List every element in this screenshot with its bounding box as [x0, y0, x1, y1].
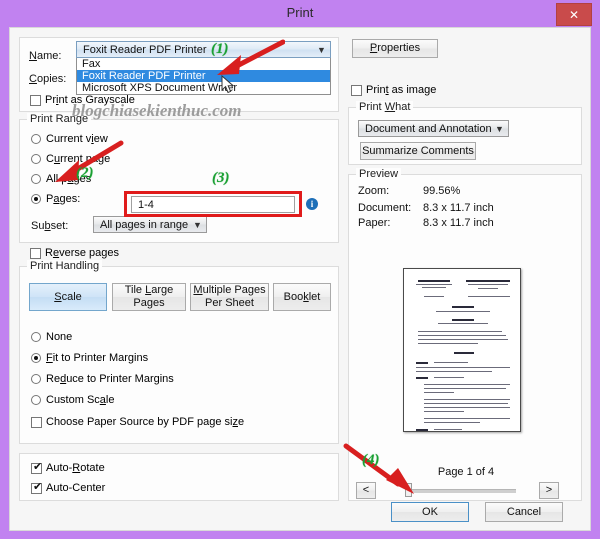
- print-what-group: Print What Document and Annotations ▼ Su…: [348, 101, 582, 165]
- annotation-arrow-1: [217, 39, 285, 75]
- checkbox-box: [31, 462, 42, 474]
- orientation-group: Auto-Rotate Auto-Center: [19, 453, 339, 501]
- checkbox-box: [30, 248, 41, 259]
- preview-document-label: Document:: [358, 202, 412, 214]
- preview-page-thumbnail: [403, 268, 521, 432]
- radio-box: [31, 332, 41, 342]
- summarize-comments-button[interactable]: Summarize Comments: [360, 142, 476, 160]
- handling-button-scale[interactable]: Scale: [29, 283, 107, 311]
- annotation-marker-4: (4): [362, 452, 380, 468]
- print-what-legend: Print What: [356, 101, 414, 113]
- annotation-marker-2: (2): [76, 165, 94, 181]
- cancel-button[interactable]: Cancel: [485, 502, 563, 522]
- preview-document-value: 8.3 x 11.7 inch: [423, 202, 494, 214]
- checkbox-box: [351, 85, 362, 96]
- radio-box: [31, 395, 41, 405]
- preview-zoom-value: 99.56%: [423, 185, 461, 197]
- radio-reduce-to-printer-margins[interactable]: Reduce to Printer Margins: [31, 373, 211, 386]
- radio-scale-none[interactable]: None: [31, 331, 201, 344]
- handling-button-booklet[interactable]: Booklet: [273, 283, 331, 311]
- checkbox-box: [31, 482, 42, 494]
- preview-zoom-label: Zoom:: [358, 185, 390, 197]
- chevron-down-icon: ▼: [495, 123, 504, 134]
- subset-label: Subset:: [31, 220, 69, 232]
- radio-box: [31, 194, 41, 204]
- preview-page-content: [410, 274, 514, 431]
- printer-name-label: Name:: [29, 50, 62, 62]
- window-title: Print: [286, 5, 314, 20]
- titlebar: Print ✕: [0, 0, 600, 27]
- print-dialog-window: Print ✕ Name: Copies: Print as Grayscale…: [0, 0, 600, 539]
- subset-value: All pages in range: [100, 218, 189, 231]
- radio-box: [31, 353, 41, 363]
- print-handling-legend: Print Handling: [27, 260, 103, 272]
- printer-copies-label: Copies:: [29, 73, 67, 85]
- ok-button[interactable]: OK: [391, 502, 469, 522]
- checkbox-box: [30, 95, 41, 106]
- annotation-arrow-4: [343, 443, 414, 494]
- chevron-down-icon: ▼: [317, 44, 326, 55]
- pages-input[interactable]: 1-4: [131, 196, 295, 213]
- print-what-combobox[interactable]: Document and Annotations ▼: [358, 120, 509, 137]
- annotation-marker-1: (1): [211, 41, 229, 57]
- properties-button[interactable]: Properties: [352, 39, 438, 58]
- chevron-down-icon: ▼: [193, 219, 202, 230]
- print-what-value: Document and Annotations: [365, 122, 491, 135]
- preview-paper-label: Paper:: [358, 217, 391, 229]
- info-icon[interactable]: i: [306, 198, 318, 210]
- choose-paper-source-checkbox[interactable]: Choose Paper Source by PDF page size: [31, 416, 261, 429]
- preview-next-button[interactable]: >: [539, 482, 559, 499]
- close-icon[interactable]: ✕: [556, 3, 592, 26]
- radio-box: [31, 374, 41, 384]
- auto-center-checkbox[interactable]: Auto-Center: [31, 482, 151, 495]
- radio-fit-to-printer-margins[interactable]: Fit to Printer Margins: [31, 352, 201, 365]
- annotation-marker-3: (3): [212, 170, 230, 186]
- print-as-image-checkbox[interactable]: Print as image: [351, 84, 471, 97]
- printer-option-xps[interactable]: Microsoft XPS Document Writer: [77, 82, 330, 94]
- radio-custom-scale[interactable]: Custom Scale: [31, 394, 201, 407]
- print-handling-group: Print Handling Scale Tile Large Pages Mul…: [19, 260, 339, 444]
- checkbox-box: [31, 417, 42, 428]
- auto-rotate-checkbox[interactable]: Auto-Rotate: [31, 462, 151, 475]
- preview-legend: Preview: [356, 168, 402, 180]
- reverse-pages-checkbox[interactable]: Reverse pages: [30, 247, 150, 260]
- preview-paper-value: 8.3 x 11.7 inch: [423, 217, 494, 229]
- handling-button-tile-large-pages[interactable]: Tile Large Pages: [112, 283, 186, 311]
- mouse-cursor-icon: [221, 75, 235, 94]
- handling-button-multiple-pages-per-sheet[interactable]: Multiple Pages Per Sheet: [190, 283, 269, 311]
- watermark-text: blogchiasekienthuc.com: [72, 101, 242, 120]
- subset-combobox[interactable]: All pages in range ▼: [93, 216, 207, 233]
